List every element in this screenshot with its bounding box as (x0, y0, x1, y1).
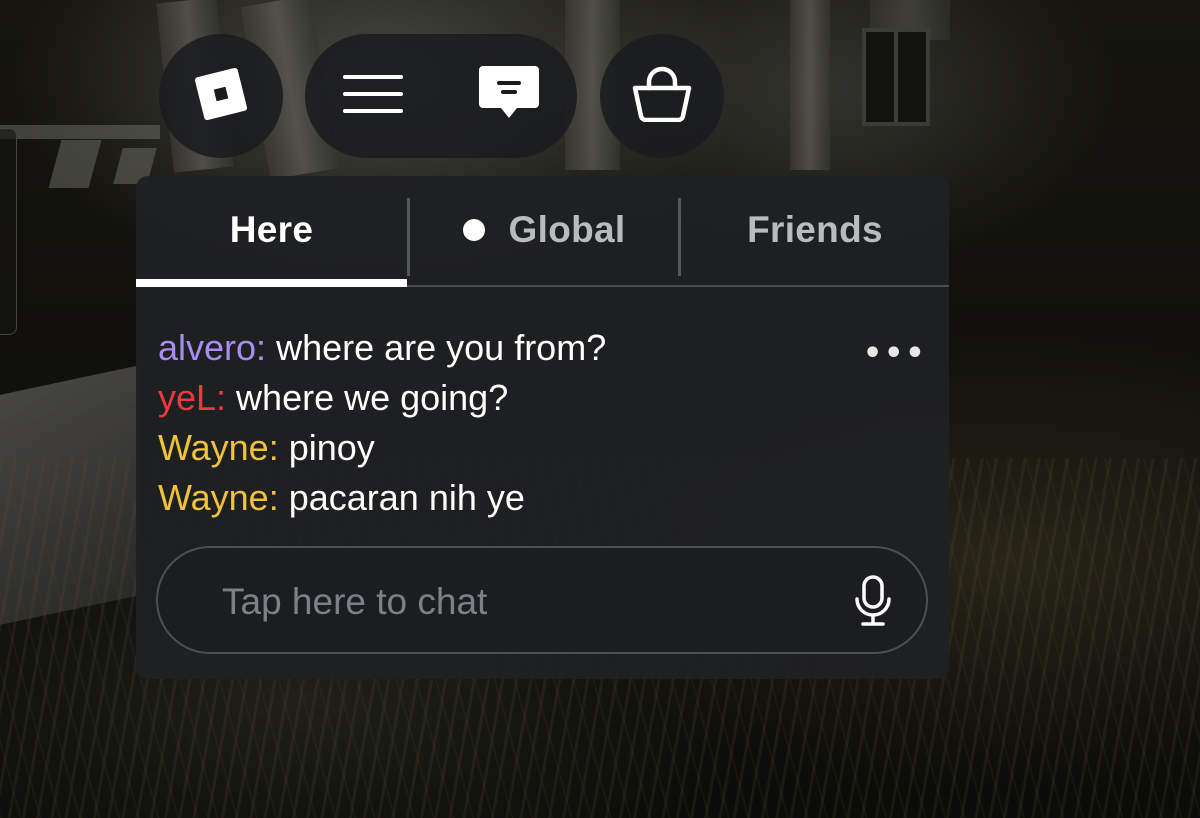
chat-message: yeL: where we going? (158, 378, 508, 418)
more-options-button[interactable]: ••• (863, 336, 927, 371)
tab-friends[interactable]: Friends (681, 176, 949, 284)
chat-username[interactable]: yeL: (158, 377, 226, 418)
tab-here[interactable]: Here (136, 176, 407, 284)
active-tab-indicator (136, 279, 407, 287)
chat-message: alvero: where are you from? (158, 328, 606, 368)
chat-message-text: pinoy (278, 427, 375, 468)
chat-message-text: where we going? (226, 377, 509, 418)
chat-username[interactable]: Wayne: (158, 427, 279, 468)
roblox-menu-button[interactable] (159, 34, 283, 158)
shopping-bag-icon (631, 66, 693, 126)
chat-window: Here Global Friends alvero: where are yo… (136, 176, 949, 679)
chat-bubble-icon (477, 64, 541, 128)
chat-message-text: pacaran nih ye (278, 477, 525, 518)
menu-chat-group (305, 34, 577, 158)
tab-global[interactable]: Global (410, 176, 678, 284)
unread-dot-icon (462, 219, 485, 241)
microphone-icon (853, 575, 893, 631)
chat-message-list[interactable]: alvero: where are you from? yeL: where w… (158, 288, 918, 526)
menu-button[interactable] (305, 34, 441, 158)
clipped-message-remnant (158, 288, 778, 304)
chat-toggle-button[interactable] (441, 34, 577, 158)
chat-username[interactable]: alvero: (158, 327, 266, 368)
chat-message-text: where are you from? (266, 327, 607, 368)
chat-message: Wayne: pinoy (158, 428, 375, 468)
chat-input[interactable] (220, 574, 824, 630)
chat-input-bar[interactable] (156, 546, 928, 654)
microphone-button[interactable] (848, 575, 898, 631)
chat-tabs: Here Global Friends (136, 176, 949, 288)
chat-message: Wayne: pacaran nih ye (158, 478, 525, 518)
hamburger-menu-icon (341, 72, 405, 120)
chat-username[interactable]: Wayne: (158, 477, 279, 518)
shop-button[interactable] (600, 34, 724, 158)
roblox-logo-icon (193, 66, 249, 126)
